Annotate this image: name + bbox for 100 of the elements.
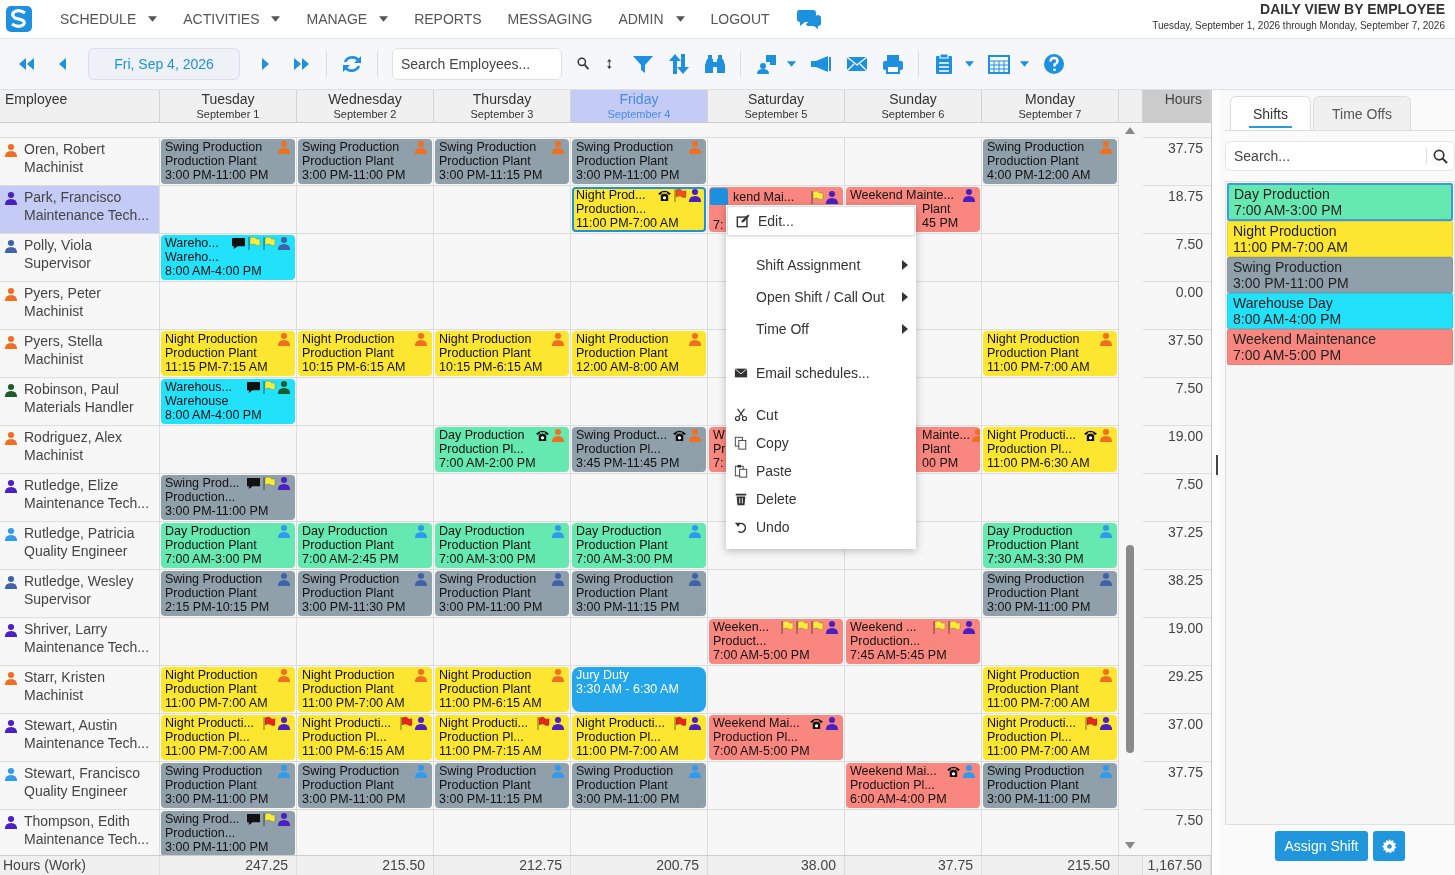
- menu-item[interactable]: Cut: [726, 401, 916, 429]
- menu-item[interactable]: Paste: [726, 457, 916, 485]
- shift-block[interactable]: Night Production Production Plant 11:15 PM-7:15 AM: [161, 331, 295, 376]
- shift-block[interactable]: Swing Production Production Plant 3:00 PM-11:15 PM: [435, 139, 569, 184]
- shift-block[interactable]: Swing Product... Production Pl... 3:45 PM-11:45 PM: [572, 427, 706, 472]
- clipboard-icon[interactable]: [933, 53, 955, 75]
- employee-cell[interactable]: Rutledge, Elize Maintenance Tech...: [0, 474, 160, 521]
- nav-menu-item[interactable]: ACTIVITIES: [183, 11, 281, 27]
- panel-tab[interactable]: Shifts: [1230, 96, 1311, 130]
- binoculars-icon[interactable]: [704, 53, 726, 75]
- shift-block[interactable]: Swing Production Production Plant 3:00 PM-11:15 PM: [435, 763, 569, 808]
- menu-item[interactable]: Time Off: [726, 313, 916, 345]
- nav-menu-item[interactable]: SCHEDULE: [60, 11, 158, 27]
- scroll-down-icon[interactable]: [1125, 842, 1135, 849]
- shift-block[interactable]: Weekend ... Production... 7:45 AM-5:45 PM: [846, 619, 980, 664]
- logo-icon[interactable]: [6, 6, 32, 32]
- scroll-up-icon[interactable]: [1125, 127, 1135, 134]
- panel-tab[interactable]: Time Offs: [1313, 96, 1411, 130]
- shift-block[interactable]: Weekend Mai... Production Pl... 6:00 AM-4:00 PM: [846, 763, 980, 808]
- day-header[interactable]: Sunday September 6: [845, 90, 982, 122]
- shift-template[interactable]: Weekend Maintenance 7:00 AM-5:00 PM: [1227, 329, 1453, 365]
- employee-cell[interactable]: Rodriguez, Alex Machinist: [0, 426, 160, 473]
- shift-template[interactable]: Warehouse Day 8:00 AM-4:00 PM: [1227, 293, 1453, 329]
- scrollbar-thumb[interactable]: [1126, 545, 1134, 753]
- assign-person-icon[interactable]: [755, 53, 777, 75]
- shift-template[interactable]: Swing Production 3:00 PM-11:00 PM: [1227, 257, 1453, 293]
- employee-cell[interactable]: Stewart, Austin Maintenance Tech...: [0, 714, 160, 761]
- shift-block[interactable]: Night Production Production Plant 11:00 PM-7:00 AM: [983, 667, 1117, 712]
- shift-block[interactable]: Day Production Production Plant 7:00 AM-3:00 PM: [435, 523, 569, 568]
- shift-search-field[interactable]: Search...: [1225, 141, 1455, 171]
- menu-item[interactable]: Edit...: [728, 207, 914, 235]
- employee-cell[interactable]: Pyers, Stella Machinist: [0, 330, 160, 377]
- shift-block[interactable]: Wareho... Wareho... 8:00 AM-4:00 PM: [161, 235, 295, 280]
- day-header[interactable]: Monday September 7: [982, 90, 1119, 122]
- nav-menu-item[interactable]: MANAGE: [306, 11, 389, 27]
- shift-block[interactable]: Swing Prod... Production... 3:00 PM-11:00 PM: [161, 475, 295, 520]
- shift-block[interactable]: Night Producti... Production Pl... 11:00 PM-6:30 AM: [983, 427, 1117, 472]
- shift-block[interactable]: Day Production Production Pl... 7:00 AM-2:00 PM: [435, 427, 569, 472]
- shift-block[interactable]: Swing Production Production Plant 3:00 PM-11:00 PM: [298, 139, 432, 184]
- sort-icon[interactable]: [668, 53, 690, 75]
- shift-block[interactable]: Swing Production Production Plant 3:00 PM-11:00 PM: [435, 571, 569, 616]
- employee-cell[interactable]: Polly, Viola Supervisor: [0, 234, 160, 281]
- chat-icon[interactable]: [795, 8, 822, 30]
- employee-cell[interactable]: Pyers, Peter Machinist: [0, 282, 160, 329]
- megaphone-icon[interactable]: [810, 53, 832, 75]
- employee-cell[interactable]: Rutledge, Wesley Supervisor: [0, 570, 160, 617]
- shift-block[interactable]: Night Producti... Production Pl... 11:00 PM-7:00 AM: [983, 715, 1117, 760]
- shift-block[interactable]: Warehous... Warehouse 8:00 AM-4:00 PM: [161, 379, 295, 424]
- caret-icon[interactable]: [1020, 61, 1029, 67]
- shift-block[interactable]: Swing Production Production Plant 3:00 PM-11:00 PM: [161, 763, 295, 808]
- nav-menu-item[interactable]: LOGOUT: [710, 11, 770, 27]
- employee-cell[interactable]: Starr, Kristen Machinist: [0, 666, 160, 713]
- shift-block[interactable]: Night Production Production Plant 10:15 PM-6:15 AM: [435, 331, 569, 376]
- employee-cell[interactable]: Rutledge, Patricia Quality Engineer: [0, 522, 160, 569]
- shift-template[interactable]: Night Production 11:00 PM-7:00 AM: [1227, 221, 1453, 257]
- shift-block[interactable]: Swing Production Production Plant 3:00 PM-11:30 PM: [298, 571, 432, 616]
- shift-block[interactable]: kend Mai...: [709, 187, 843, 205]
- print-icon[interactable]: [882, 53, 904, 75]
- settings-button[interactable]: [1373, 831, 1406, 861]
- shift-block[interactable]: Swing Production Production Plant 3:00 PM-11:00 PM: [983, 571, 1117, 616]
- shift-block[interactable]: Swing Production Production Plant 4:00 PM-12:00 AM: [983, 139, 1117, 184]
- refresh-icon[interactable]: [341, 53, 363, 75]
- menu-item[interactable]: Undo: [726, 513, 916, 541]
- shift-block[interactable]: Day Production Production Plant 7:30 AM-3:30 PM: [983, 523, 1117, 568]
- shift-block[interactable]: Night Production Production Plant 11:00 PM-6:15 AM: [435, 667, 569, 712]
- employee-cell[interactable]: Stewart, Francisco Quality Engineer: [0, 762, 160, 809]
- shift-block[interactable]: Swing Production Production Plant 3:00 PM-11:15 PM: [572, 571, 706, 616]
- shift-block[interactable]: Swing Production Production Plant 3:00 PM-11:00 PM: [983, 763, 1117, 808]
- shift-block[interactable]: Swing Production Production Plant 3:00 PM-11:00 PM: [298, 763, 432, 808]
- shift-template[interactable]: Day Production 7:00 AM-3:00 PM: [1227, 183, 1453, 221]
- day-header[interactable]: Wednesday September 2: [297, 90, 434, 122]
- menu-item[interactable]: Email schedules...: [726, 359, 916, 387]
- shift-block[interactable]: Day Production Production Plant 7:00 AM-3:00 PM: [161, 523, 295, 568]
- shift-block[interactable]: Night Producti... Production Pl... 11:00 PM-7:00 AM: [572, 715, 706, 760]
- shift-block[interactable]: Weekend Mai... Production Pl... 7:00 AM-5:00 PM: [709, 715, 843, 760]
- menu-item[interactable]: Copy: [726, 429, 916, 457]
- shift-block[interactable]: Swing Prod... Production... 3:00 PM-11:00 PM: [161, 811, 295, 855]
- shift-block[interactable]: Night Production Production Plant 11:00 PM-7:00 AM: [161, 667, 295, 712]
- nav-menu-item[interactable]: REPORTS: [414, 11, 482, 27]
- shift-block[interactable]: Swing Production Production Plant 3:00 PM-11:00 PM: [572, 763, 706, 808]
- shift-block[interactable]: Night Producti... Production Pl... 11:00 PM-7:15 AM: [435, 715, 569, 760]
- drag-handle-icon[interactable]: [710, 188, 728, 205]
- employee-cell[interactable]: Park, Francisco Maintenance Tech...: [0, 186, 160, 233]
- day-header[interactable]: Tuesday September 1: [160, 90, 297, 122]
- search-icon[interactable]: [1433, 148, 1448, 164]
- shift-block[interactable]: Night Production Production Plant 12:00 AM-8:00 AM: [572, 331, 706, 376]
- employee-cell[interactable]: Oren, Robert Machinist: [0, 138, 160, 185]
- help-icon[interactable]: [1043, 53, 1065, 75]
- nav-menu-item[interactable]: MESSAGING: [507, 11, 593, 27]
- grid-calendar-icon[interactable]: [988, 53, 1010, 75]
- employee-search-field[interactable]: Search Employees...: [392, 48, 562, 80]
- shift-block[interactable]: Night Production Production Plant 11:00 PM-7:00 AM: [298, 667, 432, 712]
- shift-block[interactable]: Night Producti... Production Pl... 11:00 PM-6:15 AM: [298, 715, 432, 760]
- shift-block[interactable]: Night Prod... Production... 11:00 PM-7:00 AM: [572, 187, 706, 232]
- caret-icon[interactable]: [965, 61, 974, 67]
- shift-block[interactable]: Weeken... Product... 7:00 AM-5:00 PM: [709, 619, 843, 664]
- splitter-handle[interactable]: [1216, 455, 1218, 475]
- shift-block[interactable]: Night Production Production Plant 10:15 PM-6:15 AM: [298, 331, 432, 376]
- filter-icon[interactable]: [632, 53, 654, 75]
- shift-block[interactable]: Swing Production Production Plant 3:00 PM-11:00 PM: [572, 139, 706, 184]
